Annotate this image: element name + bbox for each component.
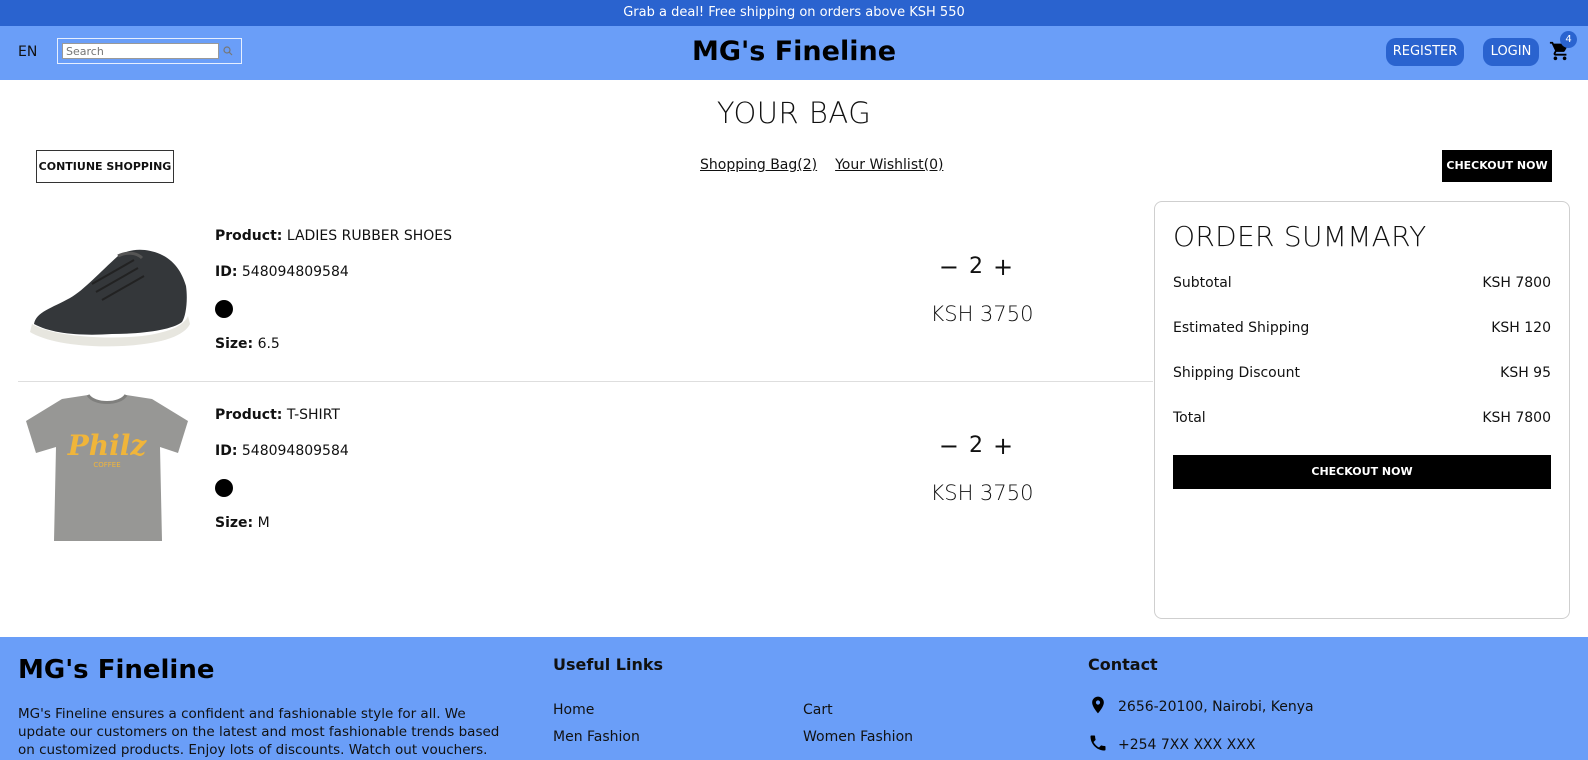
product-price: KSH 3750	[930, 302, 1034, 326]
product-size: M	[257, 515, 270, 531]
summary-row-subtotal: Subtotal KSH 7800	[1173, 275, 1551, 320]
checkout-now-button[interactable]: CHECKOUT NOW	[1442, 150, 1552, 182]
quantity-value: 2	[969, 254, 983, 279]
product-image-shoe	[22, 212, 192, 370]
summary-value: KSH 95	[1500, 365, 1551, 381]
minus-icon[interactable]: −	[939, 434, 959, 458]
contact-title: Contact	[1088, 655, 1158, 674]
phone-icon	[1088, 733, 1108, 757]
product-id: 548094809584	[241, 443, 349, 459]
summary-checkout-button[interactable]: CHECKOUT NOW	[1173, 455, 1551, 489]
product-name: T-SHIRT	[286, 407, 340, 423]
plus-icon[interactable]: +	[993, 434, 1013, 458]
color-swatch	[215, 300, 233, 318]
product-size: 6.5	[257, 336, 280, 352]
phone-text: +254 7XX XXX XXX	[1118, 737, 1256, 753]
summary-row-discount: Shipping Discount KSH 95	[1173, 365, 1551, 410]
login-button[interactable]: LOGIN	[1483, 38, 1539, 66]
size-label: Size:	[215, 515, 254, 531]
summary-label: Shipping Discount	[1173, 365, 1300, 381]
product-details: Product: LADIES RUBBER SHOES ID: 5480948…	[215, 228, 452, 372]
navbar: EN MG's Fineline REGISTER LOGIN 4	[0, 26, 1588, 80]
search-container	[57, 38, 242, 64]
product-label: Product:	[215, 228, 283, 244]
summary-value: KSH 7800	[1482, 275, 1551, 291]
minus-icon[interactable]: −	[939, 255, 959, 279]
cart-item: Product: LADIES RUBBER SHOES ID: 5480948…	[18, 204, 1153, 382]
color-swatch	[215, 479, 233, 497]
summary-label: Subtotal	[1173, 275, 1232, 291]
size-label: Size:	[215, 336, 254, 352]
product-details: Product: T-SHIRT ID: 548094809584 Size: …	[215, 407, 349, 551]
contact-phone: +254 7XX XXX XXX	[1088, 733, 1255, 757]
cart-item: Philz COFFEE Product: T-SHIRT ID: 548094…	[18, 383, 1153, 561]
product-id: 548094809584	[241, 264, 349, 280]
summary-label: Total	[1173, 410, 1206, 426]
announcement-bar: Grab a deal! Free shipping on orders abo…	[0, 0, 1588, 26]
summary-row-total: Total KSH 7800	[1173, 410, 1551, 455]
quantity-value: 2	[969, 433, 983, 458]
summary-label: Estimated Shipping	[1173, 320, 1310, 336]
shopping-bag-link[interactable]: Shopping Bag(2)	[700, 157, 817, 173]
product-image-tshirt: Philz COFFEE	[22, 391, 192, 549]
order-summary: ORDER SUMMARY Subtotal KSH 7800 Estimate…	[1154, 201, 1570, 619]
summary-row-shipping: Estimated Shipping KSH 120	[1173, 320, 1551, 365]
summary-value: KSH 120	[1491, 320, 1551, 336]
summary-value: KSH 7800	[1482, 410, 1551, 426]
product-label: Product:	[215, 407, 283, 423]
svg-text:Philz: Philz	[67, 429, 148, 462]
footer-brand: MG's Fineline	[18, 655, 215, 685]
language-selector[interactable]: EN	[18, 44, 37, 60]
search-input[interactable]	[62, 43, 220, 59]
page-title: YOUR BAG	[716, 96, 872, 130]
location-pin-icon	[1088, 695, 1108, 719]
id-label: ID:	[215, 443, 238, 459]
continue-shopping-button[interactable]: CONTIUNE SHOPPING	[36, 150, 174, 183]
bag-links: Shopping Bag(2) Your Wishlist(0)	[700, 157, 943, 173]
footer: MG's Fineline MG's Fineline ensures a co…	[0, 637, 1588, 760]
contact-address: 2656-20100, Nairobi, Kenya	[1088, 695, 1314, 719]
wishlist-link[interactable]: Your Wishlist(0)	[835, 157, 943, 173]
plus-icon[interactable]: +	[993, 255, 1013, 279]
cart-badge: 4	[1560, 31, 1577, 48]
register-button[interactable]: REGISTER	[1386, 38, 1464, 66]
useful-links-title: Useful Links	[553, 655, 664, 674]
id-label: ID:	[215, 264, 238, 280]
footer-link-women[interactable]: Women Fashion	[803, 729, 913, 745]
address-text: 2656-20100, Nairobi, Kenya	[1118, 699, 1314, 715]
summary-title: ORDER SUMMARY	[1173, 220, 1427, 253]
svg-text:COFFEE: COFFEE	[93, 461, 120, 469]
product-price: KSH 3750	[930, 481, 1034, 505]
quantity-stepper: − 2 +	[936, 433, 1016, 458]
quantity-stepper: − 2 +	[936, 254, 1016, 279]
product-name: LADIES RUBBER SHOES	[286, 228, 452, 244]
search-icon[interactable]	[219, 43, 237, 59]
footer-description: MG's Fineline ensures a confident and fa…	[18, 706, 500, 758]
footer-link-cart[interactable]: Cart	[803, 702, 833, 718]
footer-link-men[interactable]: Men Fashion	[553, 729, 640, 745]
footer-link-home[interactable]: Home	[553, 702, 594, 718]
